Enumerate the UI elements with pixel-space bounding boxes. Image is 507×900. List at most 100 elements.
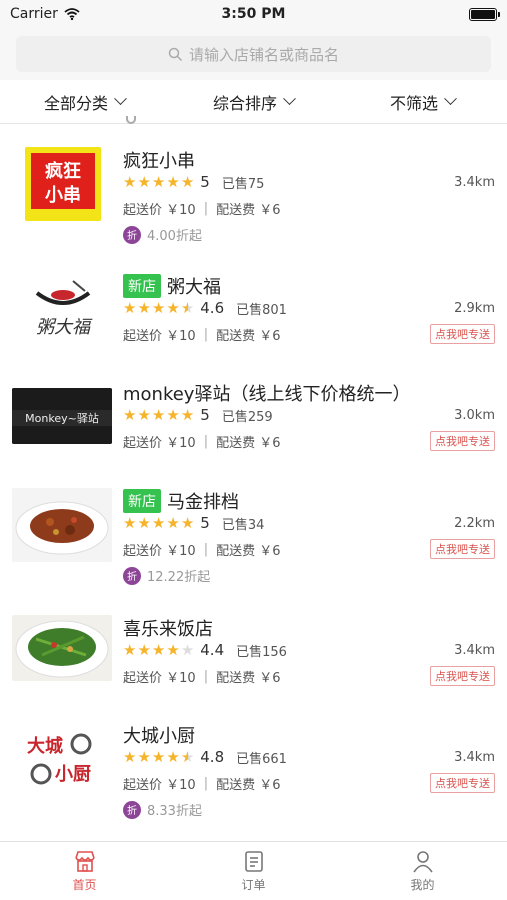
star-icon: ★ xyxy=(123,640,137,659)
rating-stars: ★ ★ ★ ★ ★ xyxy=(123,747,194,766)
shop-logo: 疯狂 小串 xyxy=(25,147,101,221)
shop-title-row: 疯狂小串 xyxy=(123,147,195,173)
home-icon xyxy=(74,851,95,872)
rating-row: ★ ★ ★ ★ ★ 4.8 已售661 3.4km xyxy=(123,747,495,767)
wifi-icon xyxy=(64,8,80,20)
distance: 3.4km xyxy=(454,174,495,190)
user-icon xyxy=(412,851,433,873)
promo-row: 折 12.22折起 xyxy=(123,566,210,585)
shop-name: 喜乐来饭店 xyxy=(123,619,213,640)
min-order: 起送价 ￥10 xyxy=(123,670,196,686)
shop-logo-image: 疯狂 小串 xyxy=(25,147,101,221)
shop-title-row: monkey驿站（线上线下价格统一） xyxy=(123,380,410,406)
empty-star-icon: ★ xyxy=(180,640,195,659)
chevron-down-icon xyxy=(444,92,457,106)
food-image xyxy=(12,488,112,562)
order-icon xyxy=(244,851,263,872)
delivery-tag: 点我吧专送 xyxy=(430,324,495,344)
tab-profile[interactable]: 我的 xyxy=(338,842,507,900)
shop-title-row: 大城小厨 xyxy=(123,722,195,748)
status-bar: Carrier 3:50 PM xyxy=(0,0,507,28)
rating-stars: ★ ★ ★ ★ ★ xyxy=(123,405,194,424)
sold-count: 已售259 xyxy=(221,409,273,425)
rating-row: ★ ★ ★ ★ ★ 5 已售75 3.4km xyxy=(123,172,495,192)
delivery-fee: 配送费 ￥6 xyxy=(216,435,281,451)
shop-title-row: 喜乐来饭店 xyxy=(123,615,213,641)
filter-sort-label: 综合排序 xyxy=(212,93,277,113)
star-icon: ★ xyxy=(151,172,166,191)
search-bar: 请输入店铺名或商品名 xyxy=(0,28,507,80)
star-icon: ★ xyxy=(166,298,180,317)
rating-row: ★ ★ ★ ★ ★ 4.4 已售156 3.4km xyxy=(123,640,495,660)
sold-count: 已售34 xyxy=(221,517,265,533)
svg-text:小厨: 小厨 xyxy=(55,764,91,785)
sold-count: 已售661 xyxy=(236,751,287,767)
star-icon: ★ xyxy=(180,172,195,191)
shop-logo-image: 粥大福 xyxy=(35,280,93,338)
star-icon: ★ xyxy=(123,405,137,424)
tab-home[interactable]: 首页 xyxy=(0,842,169,900)
shop-name: 大城小厨 xyxy=(123,726,195,747)
delivery-fee: 配送费 ￥6 xyxy=(216,202,281,218)
shop-logo xyxy=(12,488,112,562)
star-icon: ★ xyxy=(166,405,180,424)
min-order: 起送价 ￥10 xyxy=(123,543,196,559)
rating-row: ★ ★ ★ ★ ★ 5 已售34 2.2km xyxy=(123,513,495,533)
star-icon: ★ xyxy=(180,513,195,532)
shop-title-row: 新店 马金排档 xyxy=(123,488,239,514)
tab-orders[interactable]: 订单 xyxy=(169,842,338,900)
promo-row: 折 8.33折起 xyxy=(123,800,202,819)
delivery-tag: 点我吧专送 xyxy=(430,431,495,451)
search-input[interactable]: 请输入店铺名或商品名 xyxy=(16,36,491,72)
fee-row: 起送价 ￥10 | 配送费 ￥6 xyxy=(123,199,495,218)
filter-category-label: 全部分类 xyxy=(43,93,108,113)
rating-row: ★ ★ ★ ★ ★ 5 已售259 3.0km xyxy=(123,405,495,425)
star-icon: ★ xyxy=(137,405,151,424)
new-shop-tag: 新店 xyxy=(123,274,161,298)
distance: 3.4km xyxy=(454,642,495,658)
shop-logo: 大城 小厨 xyxy=(25,722,101,796)
promo-row: 折 4.00折起 xyxy=(123,225,202,244)
fee-row: 起送价 ￥10 | 配送费 ￥6 点我吧专送 xyxy=(123,431,495,451)
promo-text: 4.00折起 xyxy=(147,229,202,244)
filter-category[interactable]: 全部分类 xyxy=(0,90,169,114)
rating-score: 4.8 xyxy=(200,748,225,766)
tab-profile-label: 我的 xyxy=(410,878,435,892)
filter-screen[interactable]: 不筛选 xyxy=(338,90,507,114)
search-icon xyxy=(168,47,183,61)
chevron-down-icon xyxy=(283,92,296,106)
tab-orders-label: 订单 xyxy=(241,878,266,892)
separator: | xyxy=(203,433,209,449)
separator: | xyxy=(203,200,209,216)
status-left: Carrier xyxy=(10,6,80,22)
star-icon: ★ xyxy=(137,172,151,191)
battery-icon xyxy=(469,7,500,21)
sold-count: 已售801 xyxy=(236,302,287,318)
star-icon: ★ xyxy=(166,747,180,766)
delivery-tag: 点我吧专送 xyxy=(430,666,495,686)
discount-badge: 折 xyxy=(123,566,141,585)
delivery-fee: 配送费 ￥6 xyxy=(216,777,281,793)
promo-text: 12.22折起 xyxy=(147,570,211,585)
star-icon: ★ xyxy=(137,298,151,317)
rating-score: 5 xyxy=(200,173,210,191)
sold-count: 已售156 xyxy=(236,644,287,660)
delivery-fee: 配送费 ￥6 xyxy=(216,543,281,559)
svg-text:大城: 大城 xyxy=(27,735,63,757)
new-shop-tag: 新店 xyxy=(123,489,161,513)
rating-score: 5 xyxy=(200,406,210,424)
shop-name: 马金排档 xyxy=(167,492,239,513)
star-icon: ★ xyxy=(151,513,166,532)
star-icon: ★ xyxy=(151,747,166,766)
shop-logo: 粥大福 xyxy=(25,273,101,347)
filter-sort[interactable]: 综合排序 xyxy=(169,90,338,114)
star-icon: ★ xyxy=(137,640,151,659)
distance: 3.4km xyxy=(454,749,495,765)
star-icon: ★ xyxy=(151,405,166,424)
shop-logo-image: 大城 小厨 xyxy=(27,733,92,785)
distance: 3.0km xyxy=(454,407,495,423)
fee-row: 起送价 ￥10 | 配送费 ￥6 点我吧专送 xyxy=(123,324,495,344)
shop-logo: Monkey~驿站 xyxy=(12,388,112,444)
rating-score: 5 xyxy=(200,514,210,532)
min-order: 起送价 ￥10 xyxy=(123,202,196,218)
